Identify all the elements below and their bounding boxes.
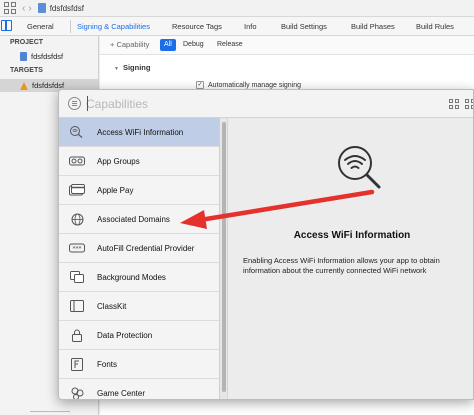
capability-detail-description: Enabling Access WiFi Information allows … [243,256,440,275]
add-capability-button[interactable]: + Capability [110,40,149,49]
font-icon [68,357,86,371]
tab-divider [70,20,71,33]
project-file-icon [37,3,46,13]
capability-detail-title: Access WiFi Information [293,230,411,241]
wifi-magnifier-icon [68,125,86,139]
capability-label: Fonts [97,359,118,369]
top-bar: ‹ › fdsfdsfdsf [0,0,474,17]
list-detail-view-icon[interactable] [465,99,473,109]
capabilities-library-popover: Access WiFi Information App Groups Apple… [58,89,474,400]
forward-arrow-icon[interactable]: › [28,3,31,14]
scrollbar-thumb[interactable] [222,122,226,392]
sidebar-toggle-icon[interactable] [1,20,12,31]
list-item[interactable]: Fonts [59,350,219,379]
capabilities-search-bar [59,90,473,118]
tab-resource-tags[interactable]: Resource Tags [172,20,222,34]
filter-debug-button[interactable]: Debug [179,39,208,51]
tab-build-rules[interactable]: Build Rules [416,20,454,34]
back-arrow-icon[interactable]: ‹ [22,3,25,14]
tab-signing-capabilities[interactable]: Signing & Capabilities [77,20,150,34]
capabilities-search-input[interactable] [86,95,416,113]
related-items-grid-icon[interactable] [4,2,16,14]
key-icon: *** [68,241,86,255]
list-item[interactable]: Game Center [59,379,219,399]
capability-label: Data Protection [97,330,153,340]
auto-manage-signing-checkbox[interactable]: ✓ [196,81,204,89]
bottom-divider [30,411,70,412]
svg-text:***: *** [73,246,82,253]
jump-bar-project-name[interactable]: fdsfdsfdsf [50,4,84,13]
game-center-icon [68,386,86,399]
project-file-icon [20,52,27,61]
list-item[interactable]: Access WiFi Information [59,118,219,147]
list-item[interactable]: Apple Pay [59,176,219,205]
list-item[interactable]: Associated Domains [59,205,219,234]
text-cursor [87,96,88,111]
list-item[interactable]: App Groups [59,147,219,176]
capability-label: Access WiFi Information [97,127,184,137]
tab-build-phases[interactable]: Build Phases [351,20,395,34]
capability-label: Apple Pay [97,185,134,195]
background-modes-icon [68,270,86,284]
wifi-magnifier-icon [335,144,383,192]
filter-all-button[interactable]: All [160,39,176,51]
project-item[interactable]: fdsfdsfdsf [20,52,63,61]
signing-section-title[interactable]: Signing [114,63,151,72]
project-item-label: fdsfdsfdsf [31,52,64,61]
tab-general[interactable]: General [27,20,54,34]
credit-card-icon [68,183,86,197]
list-item[interactable]: Background Modes [59,263,219,292]
capability-detail-pane: Access WiFi Information Enabling Access … [229,118,473,399]
project-heading: PROJECT [10,39,44,46]
list-item[interactable]: Data Protection [59,321,219,350]
editor-tab-bar: General Signing & Capabilities Resource … [0,17,474,36]
capability-label: Background Modes [97,272,166,282]
globe-icon [68,212,86,226]
auto-manage-signing-label: Automatically manage signing [208,81,301,89]
capability-filter-bar: + Capability All Debug Release [100,36,474,55]
grid-view-icon[interactable] [449,99,459,109]
capabilities-list-scrollbar[interactable] [220,118,228,399]
target-app-icon [20,81,28,90]
filter-release-button[interactable]: Release [213,39,247,51]
lock-icon [68,328,86,342]
tab-info[interactable]: Info [244,20,257,34]
capabilities-list: Access WiFi Information App Groups Apple… [59,118,220,399]
classkit-icon [68,299,86,313]
capability-label: App Groups [97,156,140,166]
list-item[interactable]: ClassKit [59,292,219,321]
app-groups-icon [68,154,86,168]
auto-manage-signing-row: ✓ Automatically manage signing [196,81,301,89]
capability-label: Game Center [97,388,146,398]
capability-label: AutoFill Credential Provider [97,243,195,253]
capability-label: ClassKit [97,301,127,311]
list-item[interactable]: *** AutoFill Credential Provider [59,234,219,263]
filter-icon[interactable] [68,97,81,110]
capability-label: Associated Domains [97,214,170,224]
targets-heading: TARGETS [10,67,43,74]
tab-build-settings[interactable]: Build Settings [281,20,327,34]
